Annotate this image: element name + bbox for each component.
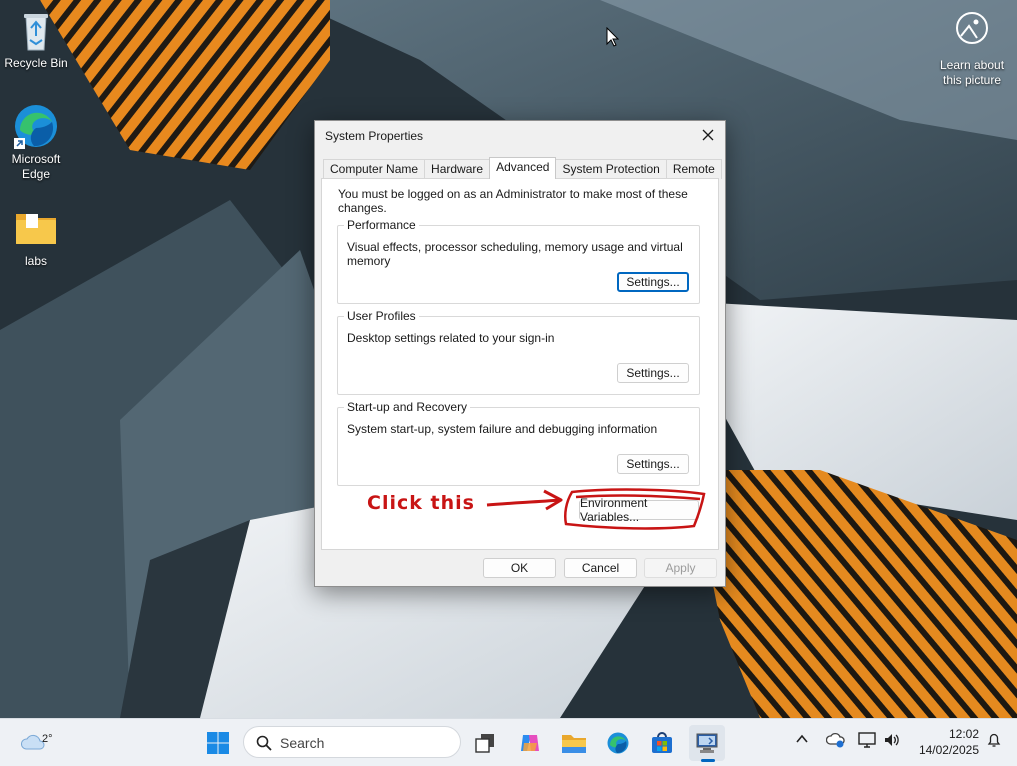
- weather-widget[interactable]: 2°: [10, 725, 56, 761]
- copilot-button[interactable]: [512, 725, 548, 761]
- store-button[interactable]: [644, 725, 680, 761]
- performance-legend: Performance: [344, 218, 419, 232]
- user-profiles-description: Desktop settings related to your sign-in: [347, 331, 555, 345]
- network-icon[interactable]: [858, 732, 876, 748]
- admin-note: You must be logged on as an Administrato…: [338, 187, 688, 215]
- close-icon: [702, 129, 714, 141]
- recycle-bin-label: Recycle Bin: [4, 56, 68, 70]
- performance-description: Visual effects, processor scheduling, me…: [347, 240, 683, 268]
- clock-date: 14/02/2025: [918, 743, 979, 757]
- system-properties-taskbar-button[interactable]: [689, 725, 725, 761]
- ok-button[interactable]: OK: [483, 558, 556, 578]
- recycle-bin-icon: [12, 6, 60, 54]
- taskbar: 2° Search 12:02 14/02/2025: [0, 718, 1017, 766]
- tab-strip: Computer Name Hardware Advanced System P…: [323, 157, 722, 179]
- learn-about-this-picture[interactable]: Learn about this picture: [932, 10, 1012, 88]
- volume-icon[interactable]: [883, 732, 901, 748]
- store-icon: [652, 732, 672, 753]
- file-explorer-icon: [562, 735, 586, 753]
- performance-settings-button[interactable]: Settings...: [617, 272, 689, 292]
- tab-hardware[interactable]: Hardware: [424, 159, 491, 179]
- edge-icon: [607, 732, 629, 754]
- startup-recovery-settings-button[interactable]: Settings...: [617, 454, 689, 474]
- search-placeholder: Search: [280, 735, 325, 751]
- desktop-icon-recycle-bin[interactable]: Recycle Bin: [0, 6, 72, 71]
- copilot-icon: [521, 735, 539, 751]
- start-icon: [207, 732, 229, 754]
- system-properties-dialog: System Properties Computer Name Hardware…: [314, 120, 726, 587]
- onedrive-icon[interactable]: [826, 732, 846, 748]
- environment-variables-button[interactable]: Environment Variables...: [579, 496, 699, 524]
- dialog-title: System Properties: [325, 129, 424, 143]
- labs-label: labs: [24, 254, 47, 268]
- edge-taskbar-button[interactable]: [600, 725, 636, 761]
- notification-bell-icon[interactable]: [986, 732, 1002, 748]
- folder-icon: [12, 204, 60, 252]
- apply-button[interactable]: Apply: [644, 558, 717, 578]
- chevron-up-icon[interactable]: [795, 732, 809, 746]
- file-explorer-button[interactable]: [556, 725, 592, 761]
- weather-temperature: 2°: [42, 733, 53, 745]
- startup-recovery-description: System start-up, system failure and debu…: [347, 422, 658, 436]
- learn-picture-icon: [954, 10, 990, 46]
- performance-group: Performance Visual effects, processor sc…: [337, 218, 700, 304]
- search-icon: [256, 735, 272, 751]
- desktop-icon-labs[interactable]: labs: [0, 204, 72, 269]
- tab-remote[interactable]: Remote: [665, 159, 722, 179]
- close-button[interactable]: [691, 121, 725, 149]
- task-view-icon: [475, 734, 494, 753]
- taskbar-clock[interactable]: 12:02 14/02/2025: [919, 726, 979, 758]
- clock-time: 12:02: [948, 727, 979, 741]
- taskbar-search[interactable]: Search: [243, 726, 461, 758]
- tab-advanced[interactable]: Advanced: [489, 157, 557, 179]
- user-profiles-legend: User Profiles: [344, 309, 419, 323]
- learn-about-label: Learn about this picture: [939, 58, 1005, 87]
- active-app-indicator: [701, 759, 715, 762]
- cancel-button[interactable]: Cancel: [564, 558, 637, 578]
- edge-icon: [12, 102, 60, 150]
- tab-system-protection[interactable]: System Protection: [555, 159, 667, 179]
- user-profiles-group: User Profiles Desktop settings related t…: [337, 309, 700, 395]
- mouse-cursor-icon: [606, 27, 620, 47]
- user-profiles-settings-button[interactable]: Settings...: [617, 363, 689, 383]
- microsoft-edge-label: Microsoft Edge: [11, 152, 61, 181]
- system-properties-icon: [696, 733, 718, 753]
- task-view-button[interactable]: [467, 725, 503, 761]
- annotation-text: Click this: [367, 492, 475, 514]
- tab-computer-name[interactable]: Computer Name: [323, 159, 426, 179]
- startup-recovery-group: Start-up and Recovery System start-up, s…: [337, 400, 700, 486]
- start-button[interactable]: [200, 725, 236, 761]
- desktop-icon-microsoft-edge[interactable]: Microsoft Edge: [0, 102, 72, 182]
- startup-recovery-legend: Start-up and Recovery: [344, 400, 471, 414]
